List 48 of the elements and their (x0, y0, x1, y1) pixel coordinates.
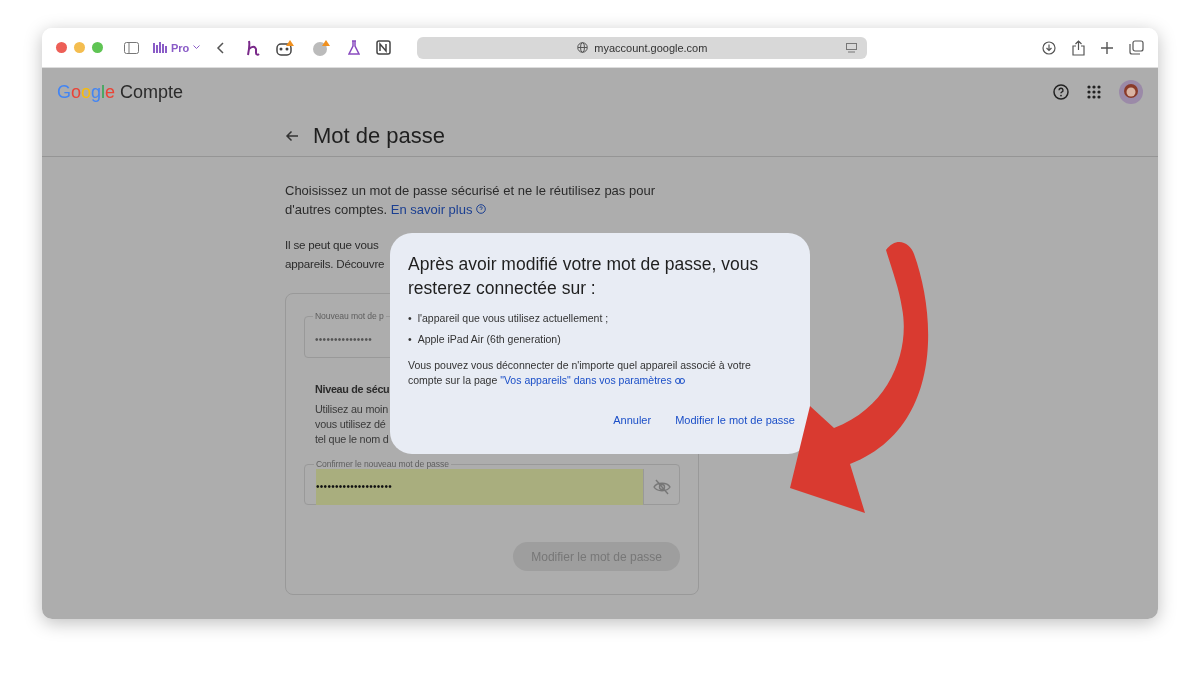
dialog-title: Après avoir modifié votre mot de passe, vous resterez connectée sur : (408, 253, 760, 300)
confirm-password-field[interactable]: Confirmer le nouveau mot de passe •••••••••••••••••••• (304, 460, 680, 505)
avatar[interactable] (1119, 80, 1143, 104)
extension-icon[interactable] (246, 39, 261, 56)
intro-paragraph: Choisissez un mot de passe sécurisé et ne le réutilisez pas pour d'autres comptes. En savoir plus (285, 182, 656, 219)
new-tab-icon[interactable] (1101, 41, 1113, 54)
password-value: •••••••••••••••••••• (316, 481, 393, 492)
bullet: • (408, 332, 412, 346)
confirm-button[interactable]: Modifier le mot de passe (669, 410, 801, 430)
chevron-icon (193, 45, 201, 50)
paragraph-line: tel que le nom d (315, 432, 389, 447)
dialog-note: Vous pouvez vous déconnecter de n'importe quel appareil associé à votre compte sur la page "Vos appareils" dans vos paramètres (408, 358, 752, 388)
apps-icon[interactable] (1087, 85, 1101, 99)
product-name: Compte (120, 81, 184, 103)
close-window-button[interactable] (56, 42, 67, 53)
extension-icon[interactable] (376, 40, 392, 55)
sidebar-icon[interactable] (124, 41, 139, 54)
library-icon (153, 42, 167, 53)
page-title: Mot de passe (313, 123, 446, 149)
field-label: Nouveau mot de p (314, 312, 385, 321)
link-icon (674, 378, 685, 384)
flask-icon[interactable] (348, 40, 361, 55)
help-icon (476, 204, 487, 214)
reader-icon[interactable] (846, 42, 858, 53)
paragraph-line: Il se peut que vous (285, 237, 379, 253)
bullet: • (408, 311, 412, 325)
cancel-button[interactable]: Annuler (607, 410, 658, 430)
paragraph-line: vous utilisez dé (315, 417, 386, 432)
address-bar[interactable]: myaccount.google.com (417, 36, 868, 59)
field-label: Confirmer le nouveau mot de passe (315, 460, 450, 469)
password-value: ••••••••••••••• (315, 333, 372, 345)
share-icon[interactable] (1072, 39, 1085, 56)
help-icon[interactable] (1053, 84, 1069, 100)
extension-icon[interactable] (276, 39, 297, 56)
back-arrow-icon[interactable] (285, 130, 299, 142)
paragraph-line: Utilisez au moin (315, 402, 388, 417)
download-icon[interactable] (1042, 40, 1056, 55)
strength-title: Niveau de sécu (315, 383, 390, 395)
back-icon[interactable] (216, 41, 225, 54)
devices-link[interactable]: "Vos appareils" dans vos paramètres (500, 374, 685, 386)
list-item: Apple iPad Air (6th generation) (417, 332, 561, 346)
tabs-overview-icon[interactable] (1129, 40, 1144, 55)
url-text: myaccount.google.com (594, 41, 708, 54)
globe-icon (577, 42, 589, 53)
learn-more-link[interactable]: En savoir plus (390, 202, 487, 217)
tab-group-button[interactable]: Pro (153, 41, 201, 54)
paragraph-line: appareils. Découvre (285, 256, 385, 272)
list-item: l'appareil que vous utilisez actuellement ; (417, 311, 609, 325)
